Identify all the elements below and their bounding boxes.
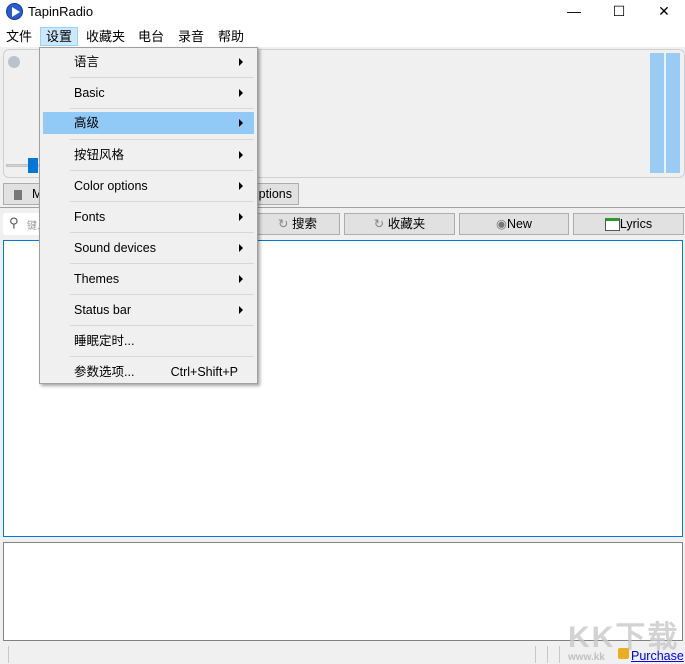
menu-separator: [70, 139, 254, 140]
menu-help[interactable]: 帮助: [213, 27, 249, 46]
menu-item-sleep-timer[interactable]: 睡眠定时...: [43, 330, 254, 352]
menu-separator: [70, 232, 254, 233]
level-meter-right: [666, 53, 680, 173]
submenu-arrow-icon: [239, 89, 243, 97]
submenu-arrow-icon: [239, 306, 243, 314]
menu-separator: [70, 170, 254, 171]
menu-item-preferences[interactable]: 参数选项... Ctrl+Shift+P: [43, 361, 254, 383]
speaker-icon: [14, 189, 22, 200]
menu-separator: [70, 77, 254, 78]
menu-separator: [70, 263, 254, 264]
menu-item-fonts[interactable]: Fonts: [43, 206, 254, 228]
menu-item-language[interactable]: 语言: [43, 51, 254, 73]
volume-slider-thumb[interactable]: [28, 158, 38, 173]
settings-dropdown-menu: 语言 Basic 高级 按钮风格 Color options Fonts Sou…: [39, 47, 258, 384]
menu-item-themes[interactable]: Themes: [43, 268, 254, 290]
menu-item-color-options[interactable]: Color options: [43, 175, 254, 197]
level-meter-left: [650, 53, 664, 173]
submenu-arrow-icon: [239, 213, 243, 221]
menu-item-status-bar[interactable]: Status bar: [43, 299, 254, 321]
lyrics-icon: [604, 218, 620, 232]
station-icon: [8, 56, 20, 68]
status-separator: [535, 646, 536, 663]
favorites-button[interactable]: ↻ 收藏夹: [344, 213, 455, 235]
menu-item-advanced[interactable]: 高级: [43, 112, 254, 134]
search-icon: ⚲: [9, 215, 19, 230]
menu-record[interactable]: 录音: [173, 27, 209, 46]
purchase-link[interactable]: Purchase: [631, 649, 684, 663]
menu-separator: [70, 294, 254, 295]
menu-item-button-style[interactable]: 按钮风格: [43, 144, 254, 166]
status-separator: [559, 646, 560, 663]
menu-separator: [70, 356, 254, 357]
menu-file[interactable]: 文件: [1, 27, 37, 46]
menu-favorites[interactable]: 收藏夹: [81, 27, 130, 46]
status-separator: [8, 646, 9, 663]
menu-item-sound-devices[interactable]: Sound devices: [43, 237, 254, 259]
refresh-icon: ↻: [373, 217, 388, 231]
refresh-icon: ↻: [278, 217, 292, 231]
menu-stations[interactable]: 电台: [133, 27, 169, 46]
maximize-button[interactable]: ☐: [596, 0, 642, 24]
lyrics-button[interactable]: Lyrics: [573, 213, 684, 235]
search-button[interactable]: ↻ 搜索: [255, 213, 340, 235]
close-button[interactable]: ✕: [641, 0, 685, 24]
purchase-icon: [618, 648, 629, 659]
submenu-arrow-icon: [239, 151, 243, 159]
submenu-arrow-icon: [239, 182, 243, 190]
watermark-url: www.kk: [568, 652, 605, 663]
new-button[interactable]: ◉New: [459, 213, 569, 235]
submenu-arrow-icon: [239, 58, 243, 66]
submenu-arrow-icon: [239, 119, 243, 127]
menu-separator: [70, 325, 254, 326]
status-separator: [547, 646, 548, 663]
menu-separator: [70, 201, 254, 202]
minimize-button[interactable]: —: [551, 0, 597, 24]
submenu-arrow-icon: [239, 244, 243, 252]
menu-item-basic[interactable]: Basic: [43, 82, 254, 104]
radio-icon: ◉: [496, 217, 507, 231]
menu-separator: [70, 108, 254, 109]
window-title: TapinRadio: [28, 4, 94, 19]
shortcut-label: Ctrl+Shift+P: [170, 365, 238, 379]
submenu-arrow-icon: [239, 275, 243, 283]
menu-settings[interactable]: 设置: [40, 27, 79, 46]
app-play-icon: [6, 3, 23, 20]
